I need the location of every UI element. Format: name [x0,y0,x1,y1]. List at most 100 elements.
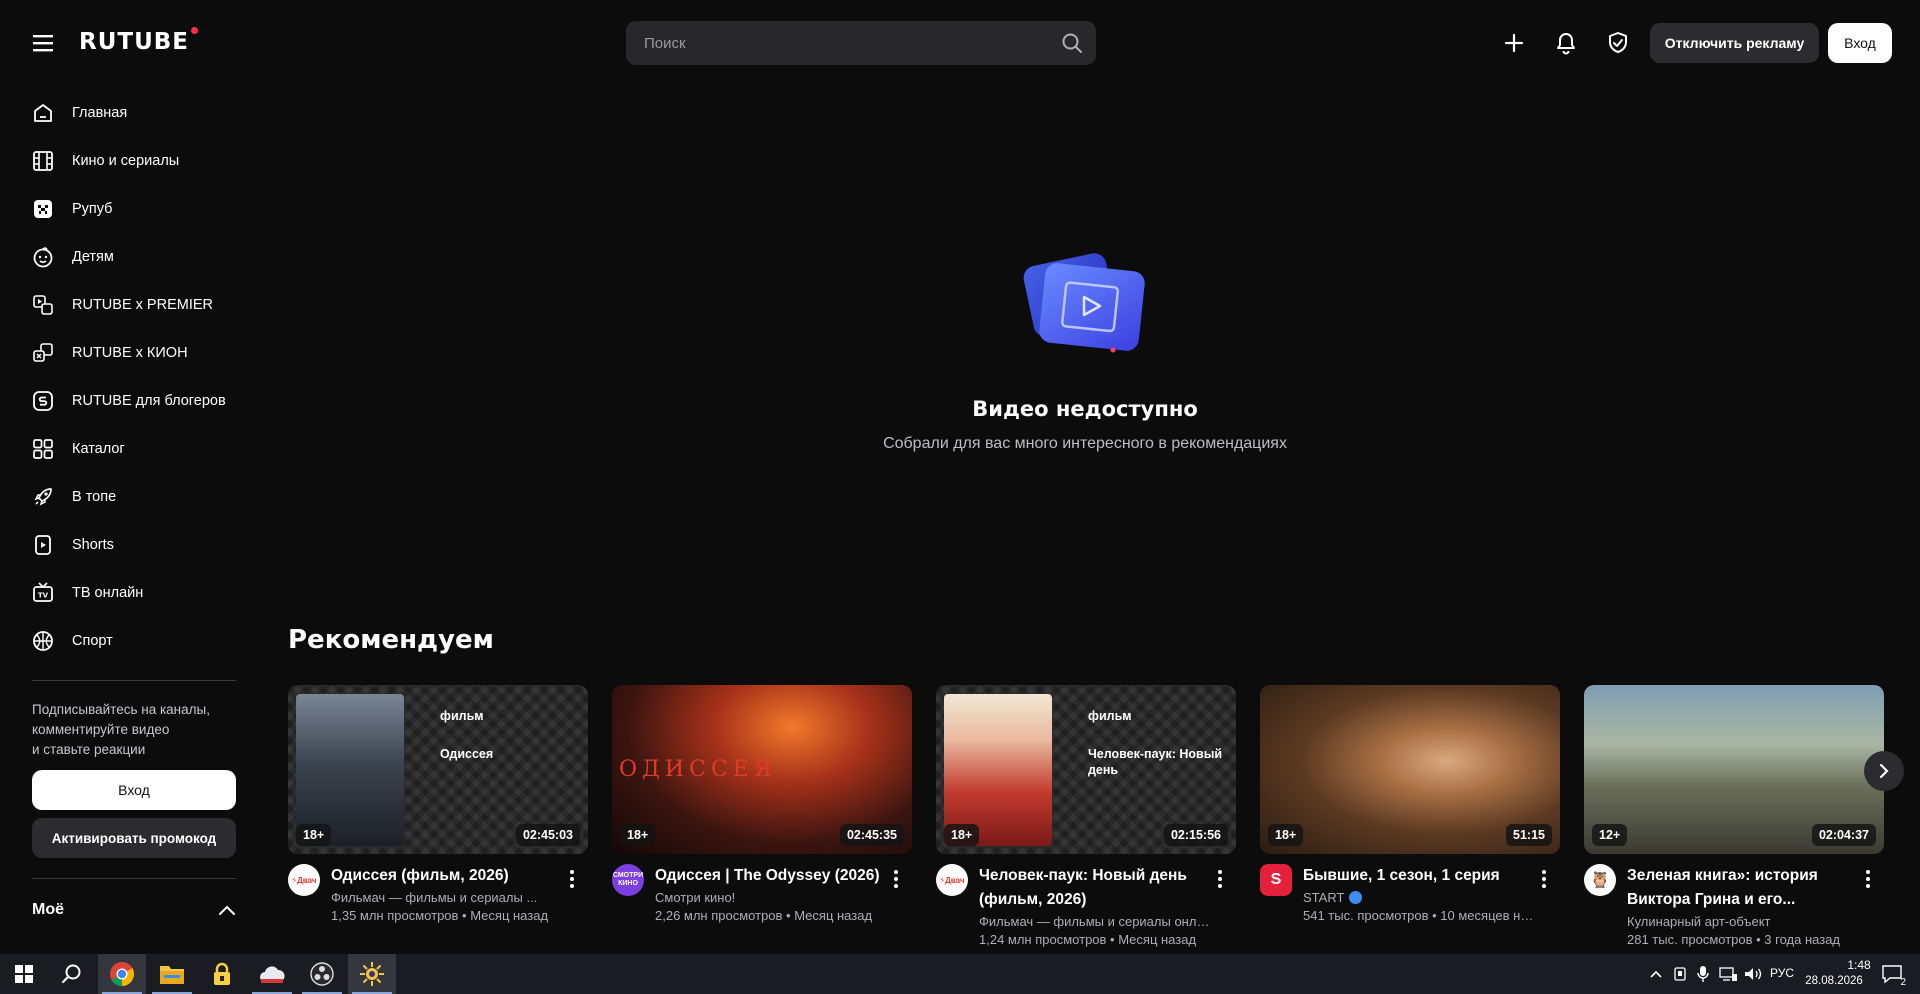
cloud-app-icon[interactable] [248,954,296,994]
sidebar-item-rupub[interactable]: Рупуб [30,189,250,229]
promo-line: Подписывайтесь на каналы, [32,702,210,717]
channel-name[interactable]: Фильмач — фильмы и сериалы ... [331,890,563,905]
channel-avatar[interactable]: ⚡Двач [936,864,968,896]
sidebar-item-movies[interactable]: Кино и сериалы [30,141,250,181]
star-app-icon[interactable] [348,954,396,994]
home-icon [30,100,56,126]
video-thumbnail[interactable]: 18+ 51:15 [1260,685,1560,854]
header: RUTUBE Отключить рекламу Вход [0,0,1920,86]
channel-avatar[interactable]: S [1260,864,1292,896]
volume-icon[interactable] [1741,954,1765,994]
search-input[interactable] [626,21,1096,65]
video-stats: 1,35 млн просмотров • Месяц назад [331,908,549,923]
search-bar [626,21,1096,65]
chevron-up-icon[interactable] [1644,954,1668,994]
windows-start-icon[interactable] [0,954,48,994]
video-title[interactable]: Одиссея | The Odyssey (2026) [655,864,887,888]
video-meta: ⚡Двач Человек-паук: Новый день (фильм, 2… [936,864,1236,947]
duration-badge: 02:04:37 [1811,824,1876,846]
more-options-icon[interactable] [564,868,580,890]
channel-avatar[interactable]: 🦉 [1584,864,1616,896]
my-section-header[interactable]: Моё [32,901,236,919]
more-options-icon[interactable] [1860,868,1876,890]
duration-badge: 02:15:56 [1163,824,1228,846]
video-thumbnail[interactable]: ОДИССЕЯ 18+ 02:45:35 [612,685,912,854]
video-stats: 281 тыс. просмотров • 3 года назад [1627,932,1841,947]
channel-name[interactable]: Кулинарный арт-объект [1627,914,1859,929]
sidebar-item-shorts[interactable]: Shorts [30,525,250,565]
more-options-icon[interactable] [888,868,904,890]
chevron-up-icon[interactable] [218,904,236,916]
channel-name[interactable]: START [1303,890,1344,905]
channel-avatar[interactable]: ⚡Двач [288,864,320,896]
video-title[interactable]: Зеленая книга»: история Виктора Грина и … [1627,864,1859,912]
search-icon[interactable] [1060,31,1084,55]
video-card[interactable]: 12+ 02:04:37 🦉 Зеленая книга»: история В… [1584,685,1884,947]
video-meta: S Бывшие, 1 сезон, 1 серия START 541 тыс… [1260,864,1560,923]
rutube-logo[interactable]: RUTUBE [79,27,198,55]
video-title[interactable]: Одиссея (фильм, 2026) [331,864,563,888]
channel-name[interactable]: Фильмач — фильмы и сериалы онлайн [979,914,1211,929]
sidebar-item-sport[interactable]: Спорт [30,621,250,661]
channel-avatar[interactable]: СМОТРИ КИНО [612,864,644,896]
channel-name-row: START [1303,890,1535,905]
video-thumbnail[interactable]: фильм Человек-паук: Новый день 18+ 02:15… [936,685,1236,854]
device-icon[interactable] [1669,954,1691,994]
sidebar-item-top[interactable]: В топе [30,477,250,517]
more-options-icon[interactable] [1212,868,1228,890]
vpn-lock-icon[interactable] [198,954,246,994]
bell-icon[interactable] [1553,30,1579,56]
sidebar-item-label: Детям [72,249,114,265]
disable-ads-button[interactable]: Отключить рекламу [1650,23,1819,63]
sidebar-item-premier[interactable]: RUTUBE x PREMIER [30,285,250,325]
thumbnail-title-text: ОДИССЕЯ [619,757,777,782]
menu-icon[interactable] [31,33,55,53]
sidebar-login-button[interactable]: Вход [32,770,236,810]
search-icon[interactable] [48,954,96,994]
more-options-icon[interactable] [1536,868,1552,890]
video-thumbnail[interactable]: 12+ 02:04:37 [1584,685,1884,854]
notifications-icon[interactable]: 2 [1872,954,1912,994]
sidebar-item-catalog[interactable]: Каталог [30,429,250,469]
carousel-next-button[interactable] [1864,751,1904,791]
video-stats: 2,26 млн просмотров • Месяц назад [655,908,873,923]
chrome-icon[interactable] [98,954,146,994]
unavailable-title: Видео недоступно [972,397,1198,421]
duration-badge: 02:45:03 [515,824,580,846]
video-stats: 541 тыс. просмотров • 10 месяцев на... [1303,908,1535,923]
video-card[interactable]: фильм Одиссея 18+ 02:45:03 ⚡Двач Одиссея… [288,685,588,923]
video-card[interactable]: 18+ 51:15 S Бывшие, 1 сезон, 1 серия STA… [1260,685,1560,923]
video-card[interactable]: ОДИССЕЯ 18+ 02:45:35 СМОТРИ КИНО Одиссея… [612,685,912,923]
verified-icon [1349,891,1363,904]
sidebar-item-label: Спорт [72,633,113,649]
sidebar-item-label: Каталог [72,441,125,457]
film-icon [30,148,56,174]
sidebar-item-tv[interactable]: TV ТВ онлайн [30,573,250,613]
video-title[interactable]: Бывшие, 1 сезон, 1 серия [1303,864,1535,888]
obs-icon[interactable] [298,954,346,994]
shield-icon[interactable] [1605,30,1631,56]
activate-promo-button[interactable]: Активировать промокод [32,818,236,858]
sidebar-divider [32,878,236,879]
promo-line: и ставьте реакции [32,742,146,757]
video-title[interactable]: Человек-паук: Новый день (фильм, 2026) [979,864,1211,912]
sidebar: Главная Кино и сериалы Рупуб Детям RUTUB… [0,88,268,958]
sidebar-item-kion[interactable]: RUTUBE x КИОН [30,333,250,373]
unavailable-subtitle: Собрали для вас много интересного в реко… [883,435,1287,452]
network-icon[interactable] [1716,954,1740,994]
microphone-icon[interactable] [1692,954,1714,994]
thumbnail-name-label: Одиссея [440,747,494,761]
sidebar-item-kids[interactable]: Детям [30,237,250,277]
login-button[interactable]: Вход [1828,23,1892,63]
file-explorer-icon[interactable] [148,954,196,994]
promo-line: комментируйте видео [32,722,170,737]
channel-name[interactable]: Смотри кино! [655,890,887,905]
sidebar-item-bloggers[interactable]: RUTUBE для блогеров [30,381,250,421]
video-meta: 🦉 Зеленая книга»: история Виктора Грина … [1584,864,1884,947]
upload-plus-icon[interactable] [1501,30,1527,56]
shorts-icon [30,532,56,558]
sidebar-item-home[interactable]: Главная [30,93,250,133]
sidebar-divider [32,680,236,681]
video-card[interactable]: фильм Человек-паук: Новый день 18+ 02:15… [936,685,1236,947]
video-thumbnail[interactable]: фильм Одиссея 18+ 02:45:03 [288,685,588,854]
